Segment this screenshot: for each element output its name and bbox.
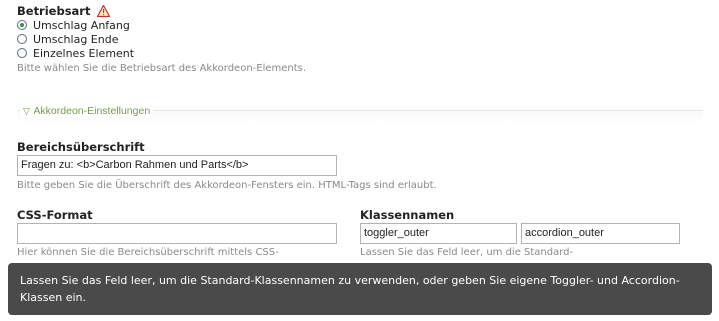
- accordion-class-input[interactable]: accordion_outer: [521, 223, 680, 244]
- heading-label: Bereichsüberschrift: [17, 140, 145, 154]
- mode-option-end[interactable]: Umschlag Ende: [17, 32, 118, 46]
- mode-label: Betriebsart: [17, 4, 91, 18]
- css-format-input[interactable]: [17, 223, 337, 244]
- radio-button-checked[interactable]: [17, 20, 27, 30]
- class-names-label: Klassennamen: [360, 208, 455, 222]
- toggler-class-input[interactable]: toggler_outer: [360, 223, 517, 244]
- mode-option-single[interactable]: Einzelnes Element: [17, 46, 134, 60]
- tooltip: Lassen Sie das Feld leer, um die Standar…: [8, 263, 712, 315]
- css-format-help-text: Hier können Sie die Bereichsüberschrift …: [17, 247, 279, 258]
- mode-help-text: Bitte wählen Sie die Betriebsart des Akk…: [17, 63, 307, 74]
- mode-option-label: Umschlag Ende: [33, 32, 119, 46]
- fieldset-legend-label: Akkordeon-Einstellungen: [33, 105, 151, 117]
- fieldset-legend[interactable]: ▽ Akkordeon-Einstellungen: [20, 104, 154, 117]
- mode-option-label: Umschlag Anfang: [33, 18, 130, 32]
- radio-button[interactable]: [17, 48, 27, 58]
- tooltip-text: Lassen Sie das Feld leer, um die Standar…: [20, 274, 680, 304]
- mode-option-label: Einzelnes Element: [33, 46, 135, 60]
- mode-option-start[interactable]: Umschlag Anfang: [17, 18, 130, 32]
- heading-help-text: Bitte geben Sie die Überschrift des Akko…: [17, 180, 437, 191]
- css-format-label: CSS-Format: [17, 208, 93, 222]
- triangle-down-icon: ▽: [23, 106, 30, 116]
- class-names-help-text: Lassen Sie das Feld leer, um die Standar…: [360, 247, 574, 258]
- heading-input[interactable]: Fragen zu: <b>Carbon Rahmen und Parts</b…: [17, 155, 337, 176]
- radio-button[interactable]: [17, 34, 27, 44]
